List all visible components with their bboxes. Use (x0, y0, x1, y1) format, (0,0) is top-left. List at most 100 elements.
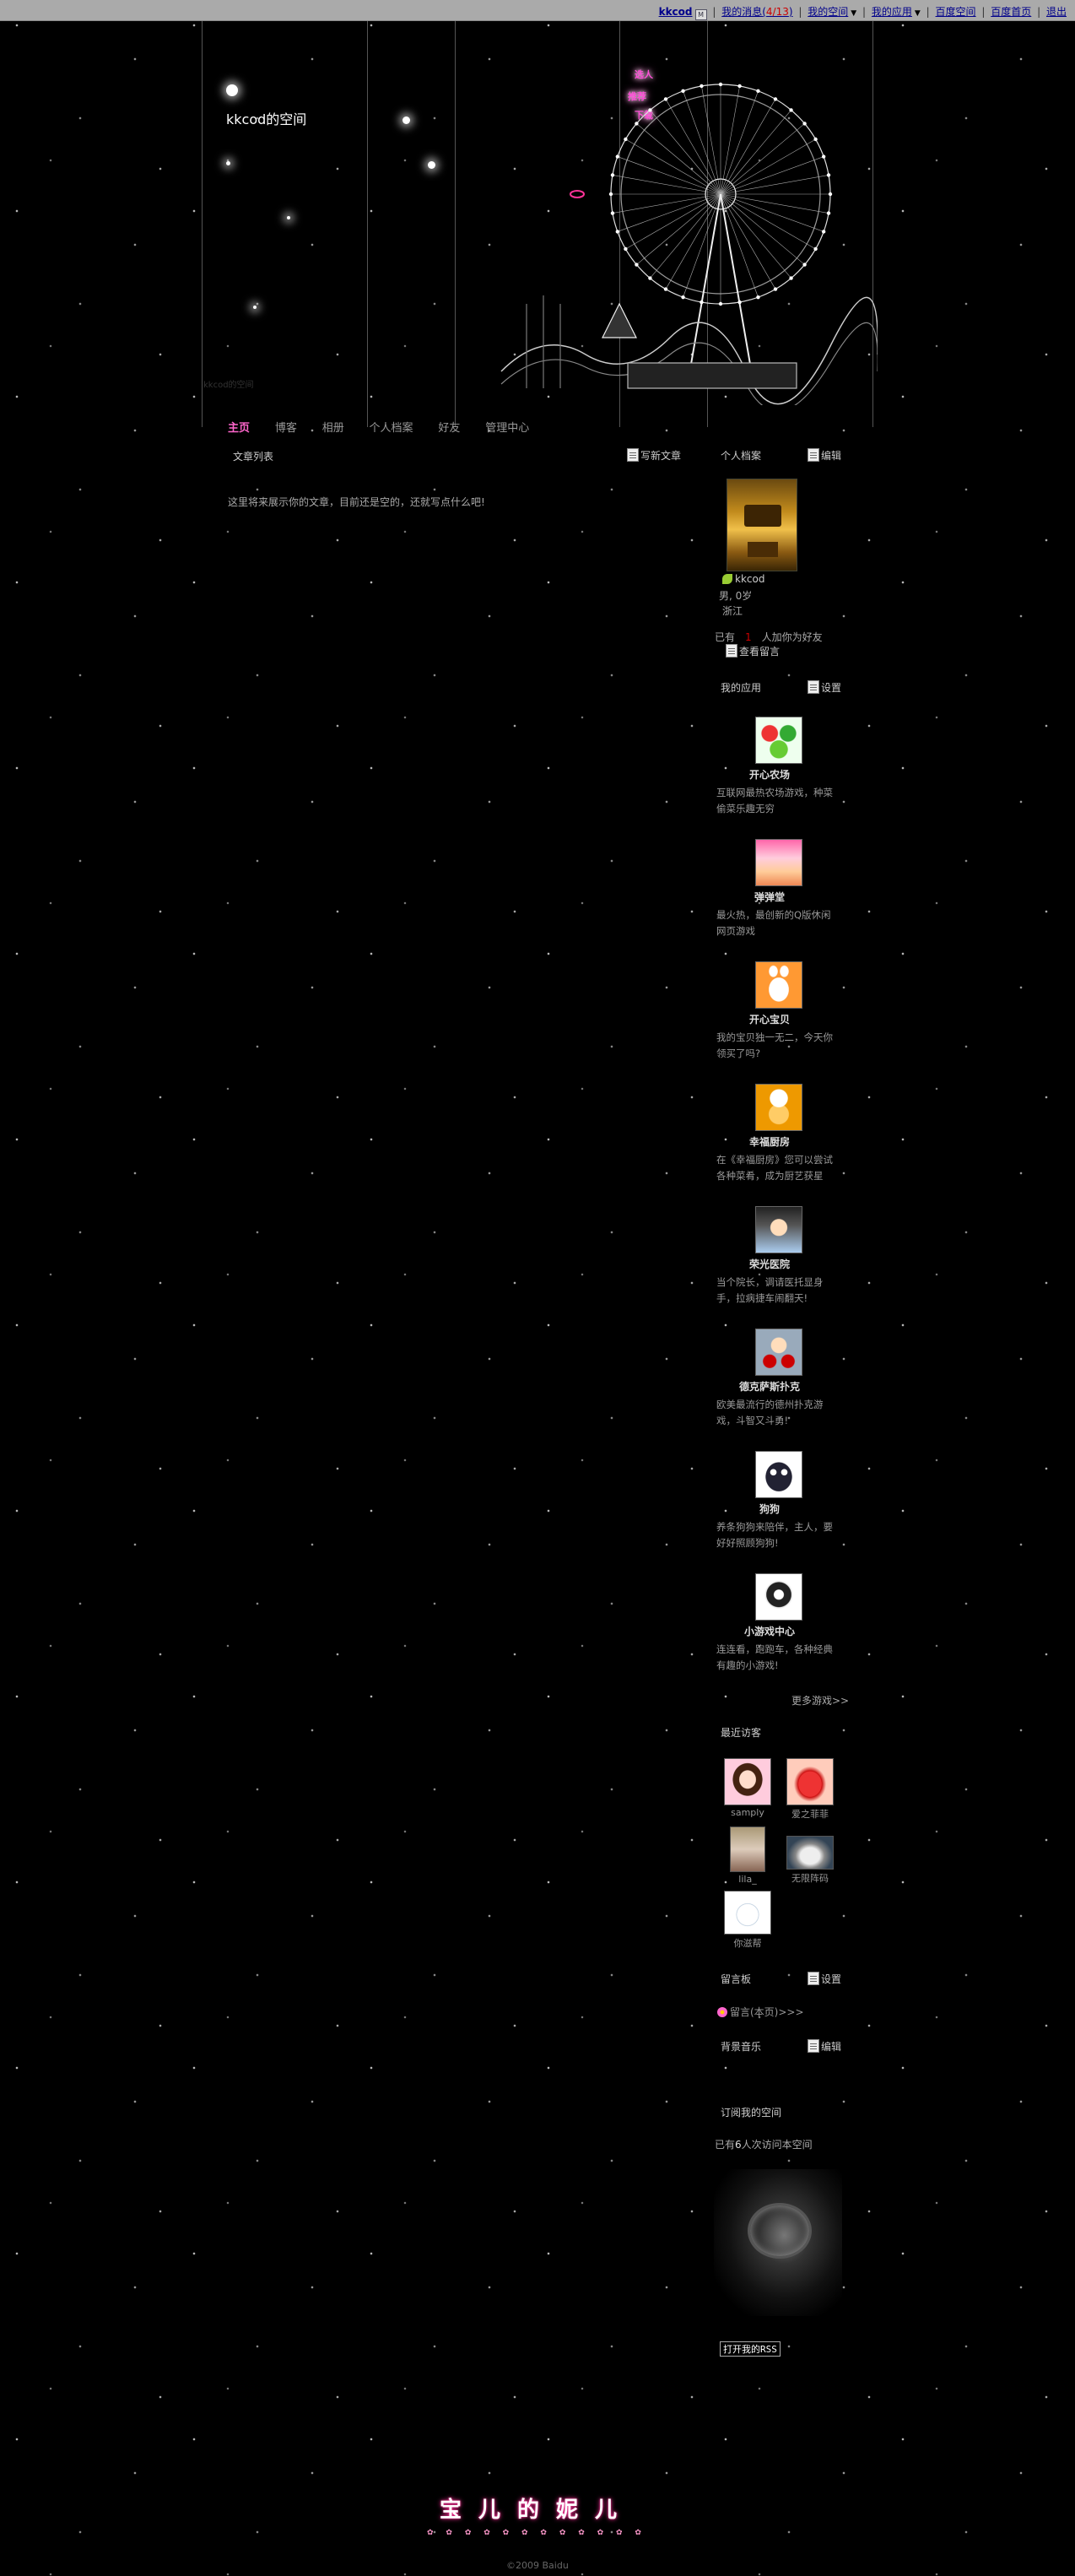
nav-admin[interactable]: 管理中心 (485, 419, 529, 435)
music-title: 背景音乐 (721, 2041, 762, 2053)
visitor-avatar[interactable] (786, 1836, 834, 1870)
app-desc: 互联网最热农场游戏，种菜偷菜乐趣无穷 (716, 787, 833, 814)
ferris-light (826, 211, 831, 215)
nav-blog[interactable]: 博客 (275, 419, 297, 435)
visitor-name[interactable]: 无限阵码 (785, 1871, 835, 1885)
app-name[interactable]: 开心宝贝 (716, 1012, 823, 1026)
ferris-light (608, 192, 613, 197)
profile-edit-button[interactable]: 编辑 (808, 448, 841, 463)
app-name[interactable]: 狗狗 (716, 1502, 823, 1516)
ferris-light (718, 82, 723, 87)
visitor-avatar[interactable] (724, 1758, 771, 1805)
visitor-name[interactable]: samply (722, 1807, 773, 1818)
app-desc: 最火热，最创新的Q版休闲网页游戏 (716, 909, 831, 937)
app-name[interactable]: 开心农场 (716, 767, 823, 782)
my-space-link[interactable]: 我的空间 (808, 6, 848, 18)
guestbook-link[interactable]: 留言(本页)>>> (717, 2005, 804, 2019)
app-name[interactable]: 小游戏中心 (716, 1624, 823, 1638)
app-card: 狗狗 养条狗狗来陪伴，主人，要好好照顾狗狗! (716, 1451, 835, 1551)
app-name[interactable]: 荣光医院 (716, 1257, 823, 1271)
nav-profile[interactable]: 个人档案 (370, 419, 413, 435)
visitor-name[interactable]: 爱之菲菲 (785, 1807, 835, 1821)
ferris-light (635, 122, 639, 126)
app-card: 幸福厨房 在《幸福厨房》您可以尝试各种菜肴，成为厨艺获星 (716, 1084, 835, 1184)
app-desc: 连连看，跑跑车，各种经典有趣的小游戏! (716, 1643, 833, 1671)
write-post-button[interactable]: 写新文章 (627, 448, 681, 463)
ferris-light (718, 301, 723, 306)
profile-title: 个人档案 (721, 450, 762, 462)
more-games-link[interactable]: 更多游戏>> (791, 1693, 849, 1707)
document-icon (627, 448, 639, 462)
visitor-name[interactable]: lila_ (722, 1874, 773, 1885)
view-messages-link[interactable]: 查看留言 (726, 644, 780, 658)
visitor-item[interactable]: samply (722, 1758, 773, 1818)
user-link[interactable]: kkcod (659, 6, 693, 18)
logo-char: 儿 (478, 2498, 517, 2523)
msn-icon[interactable]: M (694, 9, 707, 20)
hospital-app-icon[interactable] (755, 1206, 802, 1253)
ferris-light (648, 276, 652, 280)
dog-app-icon[interactable] (755, 1451, 802, 1498)
ferris-light (648, 108, 652, 112)
ferris-light (624, 137, 628, 142)
ferris-light (615, 230, 620, 234)
profile-avatar[interactable] (727, 479, 797, 571)
footer-logo: 宝儿的妮儿 ✿ ✿ ✿ ✿ ✿ ✿ ✿ ✿ ✿ ✿ ✿ ✿ (410, 2490, 663, 2537)
ferris-light (813, 246, 818, 252)
apps-settings-button[interactable]: 设置 (808, 680, 841, 695)
profile-name-link[interactable]: kkcod (722, 573, 764, 585)
app-name[interactable]: 幸福厨房 (716, 1134, 823, 1149)
my-apps-link[interactable]: 我的应用 (872, 6, 912, 18)
ferris-light (821, 230, 826, 234)
my-messages-link[interactable]: 我的消息(4/13) (721, 6, 792, 18)
ddt-app-icon[interactable] (755, 839, 802, 886)
logo-char: 宝 (439, 2498, 478, 2523)
visitor-item[interactable]: 你滋帮 (722, 1891, 773, 1950)
guestbook-title: 留言板 (721, 1973, 752, 1985)
friends-count[interactable]: 1 (745, 631, 752, 643)
friends-count-line: 已有 1 人加你为好友 (715, 631, 823, 643)
games-app-icon[interactable] (755, 1573, 802, 1621)
chevron-down-icon[interactable]: ▼ (851, 9, 856, 18)
leaf-icon (722, 574, 732, 584)
baidu-home-link[interactable]: 百度首页 (991, 6, 1031, 18)
music-edit-button[interactable]: 编辑 (808, 2039, 841, 2054)
visitor-item[interactable]: lila_ (722, 1826, 773, 1885)
visitor-name[interactable]: 你滋帮 (722, 1936, 773, 1950)
app-card: 荣光医院 当个院长，调请医托显身手，拉病捷车闹翻天! (716, 1206, 835, 1307)
message-icon (726, 644, 737, 658)
app-card: 德克萨斯扑克 欧美最流行的德州扑克游戏，斗智又斗勇! (716, 1329, 835, 1429)
ferris-light (756, 295, 760, 300)
visitor-item[interactable]: 无限阵码 (785, 1836, 835, 1885)
rss-counter-badge[interactable]: 打开我的RSS (720, 2341, 781, 2357)
space-title[interactable]: kkcod的空间 (226, 108, 306, 128)
ferris-light (826, 173, 831, 177)
nav-home[interactable]: 主页 (228, 419, 250, 435)
visitor-avatar[interactable] (786, 1758, 834, 1805)
nav-album[interactable]: 相册 (322, 419, 344, 435)
logout-link[interactable]: 退出 (1046, 6, 1067, 18)
poker-app-icon[interactable] (755, 1329, 802, 1376)
chevron-down-icon[interactable]: ▼ (915, 9, 921, 18)
visitor-avatar[interactable] (724, 1891, 771, 1935)
ferris-light (681, 89, 685, 94)
visitor-avatar[interactable] (730, 1826, 765, 1872)
ferris-light (737, 84, 742, 89)
chef-app-icon[interactable] (755, 1084, 802, 1131)
article-list-title: 文章列表 (233, 451, 274, 463)
guestbook-settings-button[interactable]: 设置 (808, 1972, 841, 1986)
subscribe-title[interactable]: 订阅我的空间 (721, 2105, 781, 2119)
app-name[interactable]: 德克萨斯扑克 (716, 1379, 823, 1394)
app-desc: 欧美最流行的德州扑克游戏，斗智又斗勇! (716, 1399, 824, 1426)
baidu-space-link[interactable]: 百度空间 (936, 6, 976, 18)
bunny-app-icon[interactable] (755, 961, 802, 1009)
star-decoration (253, 306, 257, 309)
app-card: 弹弹堂 最火热，最创新的Q版休闲网页游戏 (716, 839, 835, 939)
star-decoration (402, 116, 410, 124)
nav-friends[interactable]: 好友 (438, 419, 460, 435)
app-name[interactable]: 弹弹堂 (716, 890, 823, 904)
ferris-light (615, 154, 620, 159)
farm-app-icon[interactable] (755, 717, 802, 764)
visitor-item[interactable]: 爱之菲菲 (785, 1758, 835, 1821)
ferris-light (789, 276, 793, 280)
